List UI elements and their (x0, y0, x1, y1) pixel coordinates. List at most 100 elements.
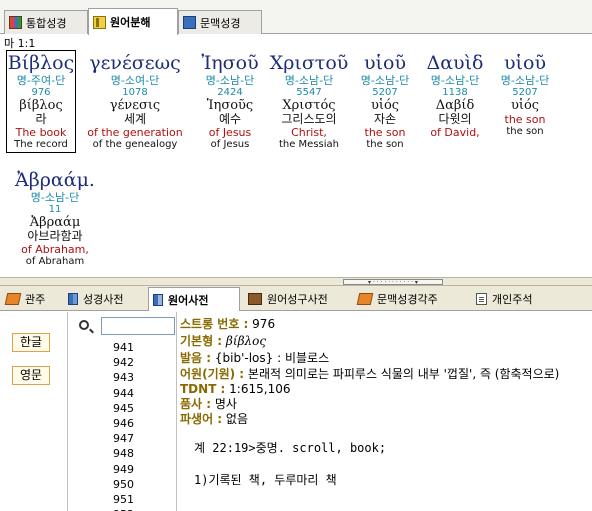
korean-gloss: 아브라함과 (27, 229, 83, 243)
field-value: βίβλος (222, 334, 267, 348)
pronunciation-row: 발음 : {bib'-los} : 비블로스 (180, 350, 329, 366)
tab-integrated-bible[interactable]: 통합성경 (4, 10, 88, 34)
tab-label: 개인주석 (492, 293, 533, 306)
word-6[interactable]: υἱοῦ 명-소남-단 5207 υἱός the son the son (490, 51, 560, 138)
lemma: υἱός (510, 98, 540, 113)
list-item[interactable]: 942 (69, 355, 176, 370)
word-3[interactable]: Χριστοῦ 명-소남-단 5547 Χριστός 그리스도의 Christ… (264, 51, 354, 151)
korean-gloss: 자손 (373, 112, 397, 126)
tab-original-dictionary[interactable]: 원어사전 (148, 287, 240, 311)
english-gloss: the son (364, 126, 406, 139)
english-gloss-alt: of Abraham (25, 256, 85, 267)
english-gloss: of the generation (87, 126, 183, 139)
english-gloss-alt: The record (14, 139, 68, 150)
korean-gloss: 다윗의 (438, 112, 472, 126)
search-input[interactable] (101, 317, 175, 335)
bookcase-icon (153, 293, 163, 306)
english-gloss: the son (504, 113, 546, 126)
list-item[interactable]: 944 (69, 386, 176, 401)
tab-label: 원어성구사전 (267, 293, 328, 306)
top-tab-bar: 통합성경 원어분해 문맥성경 (0, 0, 592, 35)
greek-word: υἱοῦ (504, 52, 546, 74)
lemma: υἱός (370, 98, 400, 113)
list-item[interactable]: 950 (69, 477, 176, 492)
reference-line: 계 22:19>중명. scroll, book; (194, 441, 387, 455)
tab-original-analysis[interactable]: 원어분해 (88, 8, 178, 35)
word-7[interactable]: Ἀβραάμ. 명-소남-단 11 Ἀβραάμ 아브라함과 of Abraha… (6, 168, 104, 268)
bookcase-icon (68, 293, 78, 305)
word-2[interactable]: Ἰησοῦ 명-소남-단 2424 Ἰησοῦς 예수 of Jesus of … (190, 51, 270, 151)
brown-book-icon (248, 293, 262, 305)
korean-button[interactable]: 한글 (12, 333, 50, 352)
english-gloss: of David, (430, 126, 480, 139)
language-panel: 한글 영문 (0, 312, 68, 511)
search-icon[interactable] (79, 320, 89, 330)
tdnt-row: TDNT : 1:615,106 (180, 381, 290, 397)
tab-cross-reference[interactable]: 관주 (2, 288, 62, 310)
etymology-row: 어원(기원) : 본래적 의미로는 파피루스 식물의 내부 '껍질', 즉 (함… (180, 366, 559, 382)
list-item[interactable]: 951 (69, 492, 176, 507)
english-gloss-alt: the son (506, 126, 544, 137)
field-label: 발음 : (180, 351, 212, 365)
tab-context-footnotes[interactable]: 문맥성경각주 (354, 288, 468, 310)
greek-word: Ἀβραάμ. (15, 169, 95, 191)
greek-word: Βίβλος (7, 52, 75, 74)
parsing: 명-소남-단 (205, 74, 255, 87)
tab-label: 원어분해 (110, 16, 151, 29)
english-gloss: of Jesus (208, 126, 252, 139)
tab-label: 관주 (25, 293, 46, 306)
number-list[interactable]: 941 942 943 944 945 946 947 948 949 950 … (69, 340, 176, 511)
search-row (69, 312, 176, 340)
list-item[interactable]: 949 (69, 462, 176, 477)
bottom-tab-bar: 관주 성경사전 원어사전 원어성구사전 문맥성경각주 개인주석 (0, 286, 592, 311)
list-item[interactable]: 952 (69, 507, 176, 511)
list-item[interactable]: 941 (69, 340, 176, 355)
word-1[interactable]: γενέσεως 명-소여-단 1078 γένεσις 세계 of the g… (82, 51, 188, 151)
lemma: Δαβίδ (435, 98, 475, 113)
list-item[interactable]: 946 (69, 416, 176, 431)
parsing: 명-소남-단 (30, 191, 80, 204)
orange-book-icon (356, 293, 374, 305)
field-label: TDNT : (180, 382, 226, 396)
field-label: 스트롱 번호 : (180, 317, 249, 331)
lemma: Ἰησοῦς (206, 98, 254, 113)
definition-line: 1)기록된 책, 두루마리 책 (194, 473, 337, 487)
tab-bible-dictionary[interactable]: 성경사전 (64, 288, 148, 310)
strong-number-row: 스트롱 번호 : 976 (180, 316, 275, 332)
english-gloss-alt: of the genealogy (92, 139, 178, 150)
orange-book-icon (4, 293, 22, 305)
verse-reference: 마 1:1 (4, 37, 36, 50)
parsing: 명-소남-단 (284, 74, 334, 87)
tab-context-bible[interactable]: 문맥성경 (178, 10, 262, 34)
parsing: 명-주여-단 (16, 74, 66, 87)
word-4[interactable]: υἱοῦ 명-소남-단 5207 υἱός 자손 the son the son (350, 51, 420, 151)
tab-label: 성경사전 (83, 293, 124, 306)
word-5[interactable]: Δαυὶδ 명-소남-단 1138 Δαβίδ 다윗의 of David, (420, 51, 490, 139)
interlinear-pane: 마 1:1 Βίβλος 명-주여-단 976 βίβλος 라 The boo… (0, 34, 592, 277)
english-gloss: Christ, (291, 126, 327, 139)
tab-label: 원어사전 (168, 293, 209, 307)
tab-original-concordance[interactable]: 원어성구사전 (244, 288, 352, 310)
pane-splitter[interactable]: ▾ · · · · · · · · · · · ▾ (0, 277, 592, 286)
splitter-grip[interactable]: ▾ · · · · · · · · · · · ▾ (343, 279, 443, 286)
word-0[interactable]: Βίβλος 명-주여-단 976 βίβλος 라 The book The … (6, 50, 76, 153)
field-label: 파생어 : (180, 412, 223, 426)
greek-word: Ἰησοῦ (201, 52, 259, 74)
parsing: 명-소여-단 (110, 74, 160, 87)
strong-number-list: 941 942 943 944 945 946 947 948 949 950 … (69, 312, 177, 511)
greek-word: Χριστοῦ (269, 52, 349, 74)
tab-personal-commentary[interactable]: 개인주석 (472, 288, 562, 310)
korean-gloss: 라 (35, 112, 47, 126)
list-item[interactable]: 943 (69, 370, 176, 385)
derivative-row: 파생어 : 없음 (180, 411, 248, 427)
lemma: βίβλος (19, 98, 63, 113)
greek-word: υἱοῦ (364, 52, 406, 74)
list-item[interactable]: 948 (69, 446, 176, 461)
english-button[interactable]: 영문 (12, 366, 50, 385)
bible-color-icon (9, 16, 22, 29)
field-value: 1:615,106 (225, 382, 291, 396)
english-gloss: The book (15, 126, 67, 139)
list-item[interactable]: 945 (69, 401, 176, 416)
list-item[interactable]: 947 (69, 431, 176, 446)
english-gloss: of Abraham, (21, 243, 89, 256)
